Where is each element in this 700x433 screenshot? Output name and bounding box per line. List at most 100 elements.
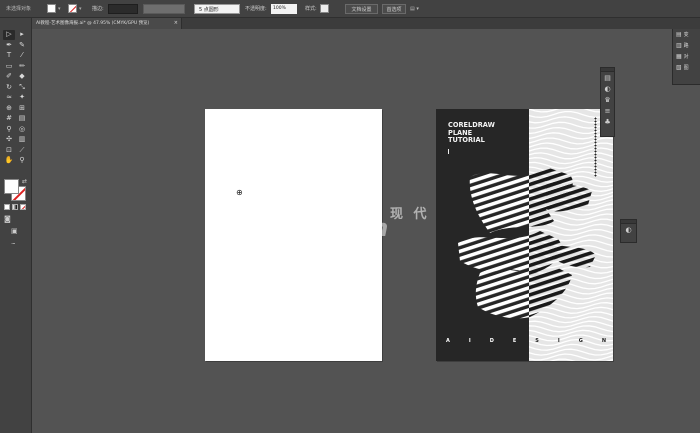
scale-tool-icon[interactable]: ⤡ (16, 83, 28, 93)
opacity-label: 不透明度: (245, 6, 267, 12)
slice-tool-icon[interactable]: ⟋ (16, 146, 28, 156)
panel-grip[interactable] (621, 220, 636, 224)
glyph-stroke-shape (550, 243, 596, 268)
curvature-tool-icon[interactable]: ✎ (16, 41, 28, 51)
swap-fill-stroke-icon[interactable]: ⇄ (22, 178, 27, 185)
poster-accent-line (448, 149, 449, 154)
direct-selection-tool-icon[interactable]: ▸ (16, 30, 28, 40)
gradient-mode-button[interactable] (12, 204, 18, 210)
watermark-latin: cn (356, 214, 390, 242)
style-label: 样式: (305, 6, 317, 12)
puppet-warp-tool-icon[interactable]: ✦ (16, 93, 28, 103)
edit-toolbar-icon[interactable]: ··· (11, 240, 16, 248)
symbol-sprayer-tool-icon[interactable]: ✣ (3, 135, 15, 145)
eyedropper-tool-icon[interactable]: ⚲ (3, 125, 15, 135)
align-icon: ▦ (676, 53, 682, 60)
graphic-style-swatch[interactable] (320, 4, 329, 13)
arrange-documents-icon[interactable]: ▤ ▾ (410, 4, 426, 14)
eraser-tool-icon[interactable]: ◆ (16, 72, 28, 82)
brush-definition-label: 5 点圆形 (199, 7, 219, 13)
stroke-dropdown-icon[interactable]: ▾ (79, 4, 82, 14)
zoom-tool-icon[interactable]: ⚲ (16, 156, 28, 166)
fill-dropdown-icon[interactable]: ▾ (58, 4, 61, 14)
rotate-tool-icon[interactable]: ↻ (3, 83, 15, 93)
selection-tool-icon[interactable]: ▷ (3, 30, 15, 40)
preferences-button[interactable]: 首选项 (382, 4, 406, 14)
poster-striped-glyph (458, 167, 596, 319)
rectangle-tool-icon[interactable]: ▭ (3, 62, 15, 72)
blend-tool-icon[interactable]: ◎ (16, 125, 28, 135)
fill-color-swatch[interactable] (47, 4, 56, 13)
dock-item-pathfinder[interactable]: ▥ 路 (673, 40, 700, 51)
mesh-tool-icon[interactable]: # (3, 114, 15, 124)
artboard-poster[interactable]: CORELDRAW PLANE TUTORIAL A I D E S I G N (436, 109, 613, 361)
zoom-cursor-icon: ⊕ (236, 188, 243, 197)
floating-small-panel: ◐ (620, 219, 637, 243)
dock-item-label: 路 (683, 43, 689, 49)
opacity-input[interactable]: 100% (271, 4, 297, 14)
image-icon: ▧ (676, 64, 682, 71)
poster-title: CORELDRAW PLANE TUTORIAL (448, 121, 528, 145)
brush-definition-dropdown[interactable]: 5 点圆形 (194, 4, 240, 14)
poster-letter: G (578, 338, 583, 344)
panel-grip[interactable] (601, 68, 614, 72)
dock-item-image[interactable]: ▧ 图 (673, 62, 700, 73)
tools-panel: ▷ ▸ ✒ ✎ T ⁄ ▭ ✏ ✐ ◆ ↻ ⤡ ≈ ✦ ⊕ ⊞ # ▤ ⚲ ◎ ✣ ▥ ⊡ ⟋ ✋ ⚲ ⇄ ◙ ▣ ··· (0, 18, 32, 433)
poster-letter: D (489, 338, 494, 344)
shaper-tool-icon[interactable]: ✐ (3, 72, 15, 82)
shape-builder-tool-icon[interactable]: ⊕ (3, 104, 15, 114)
close-tab-icon[interactable]: × (174, 18, 178, 29)
control-bar: 未选择对象 ▾ ▾ 描边: 5 点圆形 不透明度: 100% 样式: 文档设置 … (0, 0, 700, 18)
wave-line (529, 325, 613, 333)
document-tab-bar: AI教程-艺术图像海报.ai* @ 47.95% (CMYK/GPU 预览) × (32, 18, 700, 29)
line-tool-icon[interactable]: ⁄ (16, 51, 28, 61)
watermark-chinese: 现 代 (390, 207, 430, 222)
stroke-label: 描边: (92, 6, 104, 12)
screen-mode-icon[interactable]: ▣ (11, 227, 18, 235)
poster-letter: S (535, 338, 539, 344)
dock-item-label: 图 (683, 65, 689, 71)
hand-tool-icon[interactable]: ✋ (3, 156, 15, 166)
transform-icon: ▤ (676, 31, 682, 38)
dock-item-label: 变 (683, 32, 689, 38)
dock-item-transform[interactable]: ▤ 变 (673, 29, 700, 40)
draw-mode-icon[interactable]: ◙ (4, 215, 11, 223)
none-mode-button[interactable] (20, 204, 26, 210)
color-panel-icon[interactable]: ▤ (601, 73, 614, 83)
dock-item-label: 对 (683, 54, 689, 60)
color-controls: ⇄ (3, 178, 29, 204)
document-setup-button[interactable]: 文档设置 (345, 4, 378, 14)
color-mode-button[interactable] (4, 204, 10, 210)
appearance-panel-icon[interactable]: ◐ (601, 84, 614, 94)
variable-width-profile[interactable] (143, 4, 185, 14)
pen-tool-icon[interactable]: ✒ (3, 41, 15, 51)
appearance-panel-icon[interactable]: ◐ (622, 225, 635, 235)
wave-line (529, 329, 613, 337)
gradient-tool-icon[interactable]: ▤ (16, 114, 28, 124)
color-mode-row (4, 204, 28, 210)
perspective-grid-tool-icon[interactable]: ⊞ (16, 104, 28, 114)
document-tab-title: AI教程-艺术图像海报.ai* @ 47.95% (CMYK/GPU 预览) (36, 21, 150, 26)
floating-icon-panel: ▤ ◐ ♛ ≡ ♣ (600, 67, 615, 137)
poster-letter: E (512, 338, 517, 344)
pathfinder-icon: ▥ (676, 42, 682, 49)
poster-letter: I (557, 338, 560, 344)
symbols-panel-icon[interactable]: ♣ (601, 117, 614, 127)
brushes-panel-icon[interactable]: ♛ (601, 95, 614, 105)
poster-bottom-letters: A I D E S I G N (446, 338, 606, 344)
poster-letter: A (446, 338, 450, 344)
stroke-weight-input[interactable] (108, 4, 138, 14)
artboard-tool-icon[interactable]: ⊡ (3, 146, 15, 156)
tool-grid: ▷ ▸ ✒ ✎ T ⁄ ▭ ✏ ✐ ◆ ↻ ⤡ ≈ ✦ ⊕ ⊞ # ▤ ⚲ ◎ ✣ ▥ ⊡ ⟋ ✋ ⚲ (3, 30, 29, 166)
document-tab[interactable]: AI教程-艺术图像海报.ai* @ 47.95% (CMYK/GPU 预览) × (32, 18, 182, 29)
poster-letter: I (468, 338, 471, 344)
paintbrush-tool-icon[interactable]: ✏ (16, 62, 28, 72)
fill-box[interactable] (4, 179, 19, 194)
poster-title-line: TUTORIAL (448, 136, 485, 145)
width-tool-icon[interactable]: ≈ (3, 93, 15, 103)
column-graph-tool-icon[interactable]: ▥ (16, 135, 28, 145)
dock-item-align[interactable]: ▦ 对 (673, 51, 700, 62)
stroke-panel-icon[interactable]: ≡ (601, 106, 614, 116)
type-tool-icon[interactable]: T (3, 51, 15, 61)
stroke-color-swatch[interactable] (68, 4, 77, 13)
